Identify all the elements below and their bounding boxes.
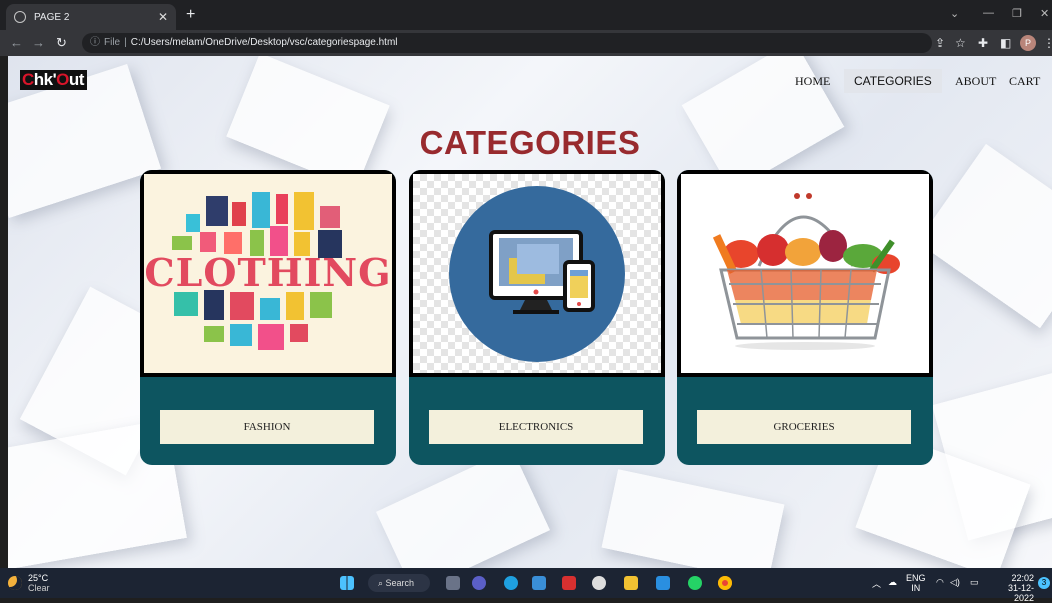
category-button-fashion[interactable]: FASHION bbox=[160, 410, 374, 444]
cloud-icon[interactable]: ☁ bbox=[888, 577, 897, 588]
nav-home[interactable]: HOME bbox=[795, 74, 830, 89]
electronics-image bbox=[413, 174, 661, 373]
globe-icon bbox=[14, 11, 26, 23]
weather-temp: 25°C bbox=[28, 573, 49, 583]
minimize-button[interactable]: — bbox=[983, 7, 994, 19]
sidebar-icon[interactable]: ◧ bbox=[1000, 36, 1011, 50]
browser-tab-bar: PAGE 2 ✕ + ⌄ — ❐ ✕ bbox=[0, 0, 1052, 30]
edge-icon[interactable] bbox=[504, 576, 518, 590]
volume-icon[interactable]: ◁) bbox=[950, 577, 960, 588]
chrome-icon[interactable] bbox=[718, 576, 732, 590]
category-button-groceries[interactable]: GROCERIES bbox=[697, 410, 911, 444]
menu-icon[interactable]: ⋮ bbox=[1043, 36, 1052, 50]
category-button-electronics[interactable]: ELECTRONICS bbox=[429, 410, 643, 444]
nav-cart[interactable]: CART bbox=[1009, 74, 1040, 89]
page-viewport: Chk'Out HOME CATEGORIES ABOUT CART CATEG… bbox=[8, 56, 1052, 568]
card-image-frame bbox=[409, 170, 665, 377]
task-view-icon[interactable] bbox=[446, 576, 460, 590]
chevron-up-icon[interactable]: ︿ bbox=[872, 577, 881, 590]
wifi-icon[interactable]: ◠ bbox=[936, 577, 944, 588]
page-title: CATEGORIES bbox=[419, 124, 641, 161]
battery-icon[interactable]: ▭ bbox=[970, 577, 979, 588]
svg-text:CLOTHING: CLOTHING bbox=[144, 250, 391, 295]
share-icon[interactable]: ⇪ bbox=[935, 36, 945, 50]
clothing-illustration: CLOTHING bbox=[144, 192, 391, 350]
back-button[interactable]: ← bbox=[10, 35, 23, 50]
devices-icon bbox=[449, 186, 625, 362]
url-prefix: File bbox=[104, 37, 121, 48]
category-card-groceries[interactable]: GROCERIES bbox=[677, 170, 933, 465]
chat-icon[interactable] bbox=[472, 576, 486, 590]
url-input[interactable]: ⓘ File | C:/Users/melam/OneDrive/Desktop/vs… bbox=[82, 33, 932, 53]
site-logo[interactable]: Chk'Out bbox=[20, 70, 87, 90]
weather-widget[interactable]: 25°C Clear bbox=[8, 573, 50, 593]
taskbar-search[interactable]: ⌕ Search bbox=[368, 574, 430, 592]
search-icon: ⌕ bbox=[378, 578, 386, 588]
info-icon: ⓘ bbox=[90, 37, 100, 48]
new-tab-button[interactable]: + bbox=[186, 6, 195, 24]
windows-start-icon[interactable] bbox=[340, 576, 354, 590]
bg-shard bbox=[601, 469, 785, 568]
extensions-icon[interactable]: ✚ bbox=[978, 36, 988, 50]
moon-icon bbox=[8, 576, 22, 590]
dell-icon[interactable] bbox=[592, 576, 606, 590]
store-icon[interactable] bbox=[532, 576, 546, 590]
clothing-image: CLOTHING bbox=[144, 174, 392, 373]
bg-shard bbox=[226, 56, 390, 189]
url-text: C:/Users/melam/OneDrive/Desktop/vsc/cate… bbox=[130, 37, 398, 48]
category-card-fashion[interactable]: CLOTHING FASHION bbox=[140, 170, 396, 465]
os-taskbar: 25°C Clear ⌕ Search ︿ ☁ ENG IN ◠ ◁) ▭ 22… bbox=[0, 568, 1052, 603]
bg-shard bbox=[917, 143, 1052, 329]
clock[interactable]: 22:02 31-12-2022 bbox=[990, 573, 1034, 603]
weather-condition: Clear bbox=[28, 583, 50, 593]
groceries-image bbox=[681, 174, 929, 373]
address-toolbar: ← → ↻ ⓘ File | C:/Users/melam/OneDrive/Desk… bbox=[0, 30, 1052, 56]
category-card-electronics[interactable]: ELECTRONICS bbox=[409, 170, 665, 465]
nav-about[interactable]: ABOUT bbox=[955, 74, 996, 89]
nav-categories[interactable]: CATEGORIES bbox=[844, 69, 942, 93]
whatsapp-icon[interactable] bbox=[688, 576, 702, 590]
card-image-frame: CLOTHING bbox=[140, 170, 396, 377]
card-image-frame bbox=[677, 170, 933, 377]
vegetable-basket bbox=[712, 193, 900, 350]
vscode-icon[interactable] bbox=[656, 576, 670, 590]
reload-button[interactable]: ↻ bbox=[56, 35, 67, 51]
tab-title: PAGE 2 bbox=[34, 11, 70, 23]
browser-tab[interactable]: PAGE 2 ✕ bbox=[6, 4, 176, 30]
notification-badge[interactable]: 3 bbox=[1038, 577, 1050, 589]
mcafee-icon[interactable] bbox=[562, 576, 576, 590]
language-indicator[interactable]: ENG IN bbox=[906, 573, 926, 593]
profile-avatar[interactable]: P bbox=[1020, 35, 1036, 51]
bookmark-star-icon[interactable]: ☆ bbox=[955, 36, 966, 50]
restore-button[interactable]: ❐ bbox=[1012, 7, 1022, 20]
forward-button[interactable]: → bbox=[32, 35, 45, 50]
close-tab-icon[interactable]: ✕ bbox=[158, 10, 168, 24]
chevron-down-icon[interactable]: ⌄ bbox=[950, 7, 959, 20]
bg-shard bbox=[376, 448, 550, 568]
file-explorer-icon[interactable] bbox=[624, 576, 638, 590]
close-window-button[interactable]: ✕ bbox=[1040, 7, 1049, 20]
